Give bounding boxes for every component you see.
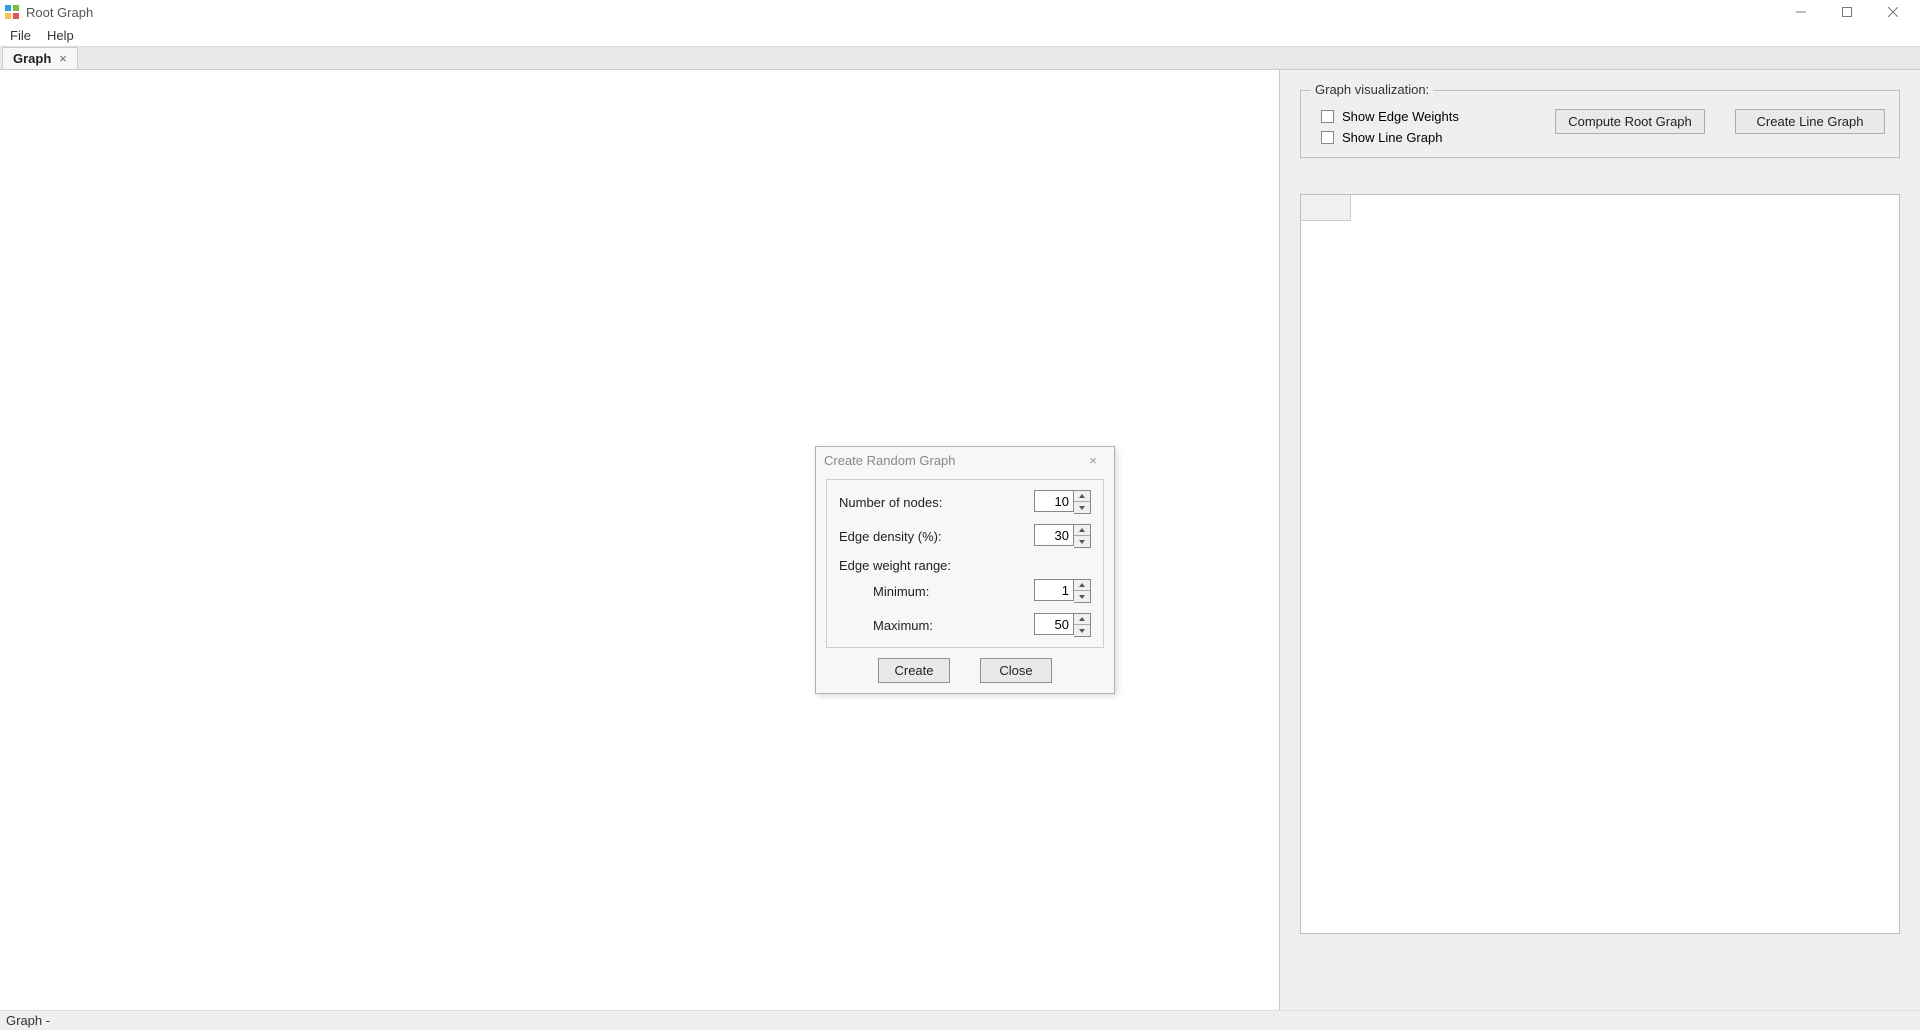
max-input[interactable] <box>1034 613 1074 635</box>
show-line-graph-checkbox[interactable] <box>1321 131 1334 144</box>
group-legend: Graph visualization: <box>1311 82 1433 97</box>
close-button[interactable]: Close <box>980 658 1052 683</box>
show-line-graph-label: Show Line Graph <box>1342 130 1442 145</box>
window-buttons <box>1778 0 1916 24</box>
tab-close-icon[interactable]: × <box>59 51 67 66</box>
min-up-icon[interactable] <box>1074 580 1090 591</box>
tab-bar: Graph × <box>0 46 1920 70</box>
create-line-graph-button[interactable]: Create Line Graph <box>1735 109 1885 134</box>
graph-canvas[interactable]: Create Random Graph × Number of nodes: <box>0 70 1280 1010</box>
dialog-title: Create Random Graph <box>824 453 956 468</box>
minimize-button[interactable] <box>1778 0 1824 24</box>
menu-bar: File Help <box>0 24 1920 46</box>
dialog-frame: Number of nodes: Edge density (%): <box>826 479 1104 648</box>
num-nodes-up-icon[interactable] <box>1074 491 1090 502</box>
menu-file[interactable]: File <box>2 26 39 45</box>
window-title: Root Graph <box>26 5 93 20</box>
edge-density-spinner <box>1034 524 1091 548</box>
graph-visualization-group: Graph visualization: Show Edge Weights S… <box>1300 90 1900 158</box>
edge-density-input[interactable] <box>1034 524 1074 546</box>
side-panel: Graph visualization: Show Edge Weights S… <box>1280 70 1920 1010</box>
num-nodes-label: Number of nodes: <box>839 495 942 510</box>
min-input[interactable] <box>1034 579 1074 601</box>
num-nodes-spinner <box>1034 490 1091 514</box>
num-nodes-input[interactable] <box>1034 490 1074 512</box>
compute-root-graph-button[interactable]: Compute Root Graph <box>1555 109 1705 134</box>
menu-help[interactable]: Help <box>39 26 82 45</box>
close-window-button[interactable] <box>1870 0 1916 24</box>
title-bar: Root Graph <box>0 0 1920 24</box>
edge-density-down-icon[interactable] <box>1074 536 1090 547</box>
create-button[interactable]: Create <box>878 658 950 683</box>
max-down-icon[interactable] <box>1074 625 1090 636</box>
tab-graph[interactable]: Graph × <box>2 47 78 69</box>
dialog-title-bar[interactable]: Create Random Graph × <box>816 447 1114 473</box>
maximize-button[interactable] <box>1824 0 1870 24</box>
status-bar: Graph - <box>0 1010 1920 1030</box>
data-table-panel[interactable] <box>1300 194 1900 934</box>
edge-weight-range-label: Edge weight range: <box>839 558 951 573</box>
table-corner-cell <box>1301 195 1351 221</box>
show-edge-weights-checkbox[interactable] <box>1321 110 1334 123</box>
tab-label: Graph <box>13 51 51 66</box>
min-down-icon[interactable] <box>1074 591 1090 602</box>
min-label: Minimum: <box>873 584 929 599</box>
show-edge-weights-label: Show Edge Weights <box>1342 109 1459 124</box>
max-label: Maximum: <box>873 618 933 633</box>
create-random-graph-dialog: Create Random Graph × Number of nodes: <box>815 446 1115 694</box>
edge-density-up-icon[interactable] <box>1074 525 1090 536</box>
edge-density-label: Edge density (%): <box>839 529 942 544</box>
max-up-icon[interactable] <box>1074 614 1090 625</box>
app-icon <box>4 4 20 20</box>
max-spinner <box>1034 613 1091 637</box>
dialog-close-icon[interactable]: × <box>1080 453 1106 468</box>
status-text: Graph - <box>6 1013 50 1028</box>
num-nodes-down-icon[interactable] <box>1074 502 1090 513</box>
min-spinner <box>1034 579 1091 603</box>
